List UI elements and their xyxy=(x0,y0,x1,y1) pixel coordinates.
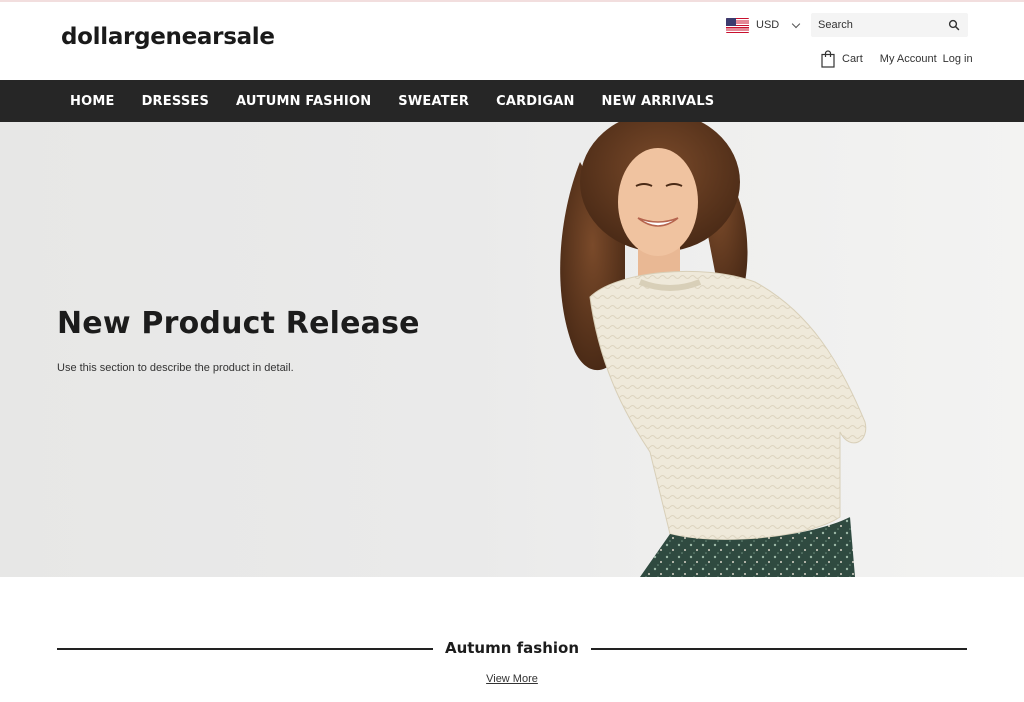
featured-collection: Autumn fashion View More xyxy=(0,577,1024,702)
nav-item-home[interactable]: HOME xyxy=(70,94,115,109)
view-more-link[interactable]: View More xyxy=(486,673,538,685)
main-navigation: HOME DRESSES AUTUMN FASHION SWEATER CARD… xyxy=(0,80,1024,122)
search-input[interactable] xyxy=(811,19,941,31)
title-divider-right xyxy=(591,648,967,650)
nav-item-new-arrivals[interactable]: NEW ARRIVALS xyxy=(602,94,715,109)
currency-code: USD xyxy=(756,19,780,31)
currency-selector[interactable]: USD xyxy=(726,16,801,34)
nav-item-sweater[interactable]: SWEATER xyxy=(398,94,469,109)
login-link[interactable]: Log in xyxy=(943,53,973,65)
nav-item-autumn-fashion[interactable]: AUTUMN FASHION xyxy=(236,94,371,109)
store-logo[interactable]: dollargenearsale xyxy=(61,24,275,50)
shopping-bag-icon[interactable] xyxy=(821,50,835,68)
hero-banner: New Product Release Use this section to … xyxy=(0,122,1024,577)
nav-item-dresses[interactable]: DRESSES xyxy=(142,94,209,109)
us-flag-icon xyxy=(726,17,749,33)
hero-description: Use this section to describe the product… xyxy=(57,362,294,374)
search-icon[interactable] xyxy=(948,19,960,31)
nav-item-cardigan[interactable]: CARDIGAN xyxy=(496,94,574,109)
cart-link[interactable]: Cart xyxy=(842,53,863,65)
hero-title: New Product Release xyxy=(57,306,420,341)
search-box xyxy=(811,13,968,37)
hero-model-image xyxy=(560,122,867,577)
site-header: dollargenearsale USD Cart My Account Log… xyxy=(0,2,1024,80)
chevron-down-icon xyxy=(791,19,801,28)
account-bar: Cart My Account Log in xyxy=(821,49,973,69)
my-account-link[interactable]: My Account xyxy=(880,53,937,65)
view-more-row: View More xyxy=(0,673,1024,685)
